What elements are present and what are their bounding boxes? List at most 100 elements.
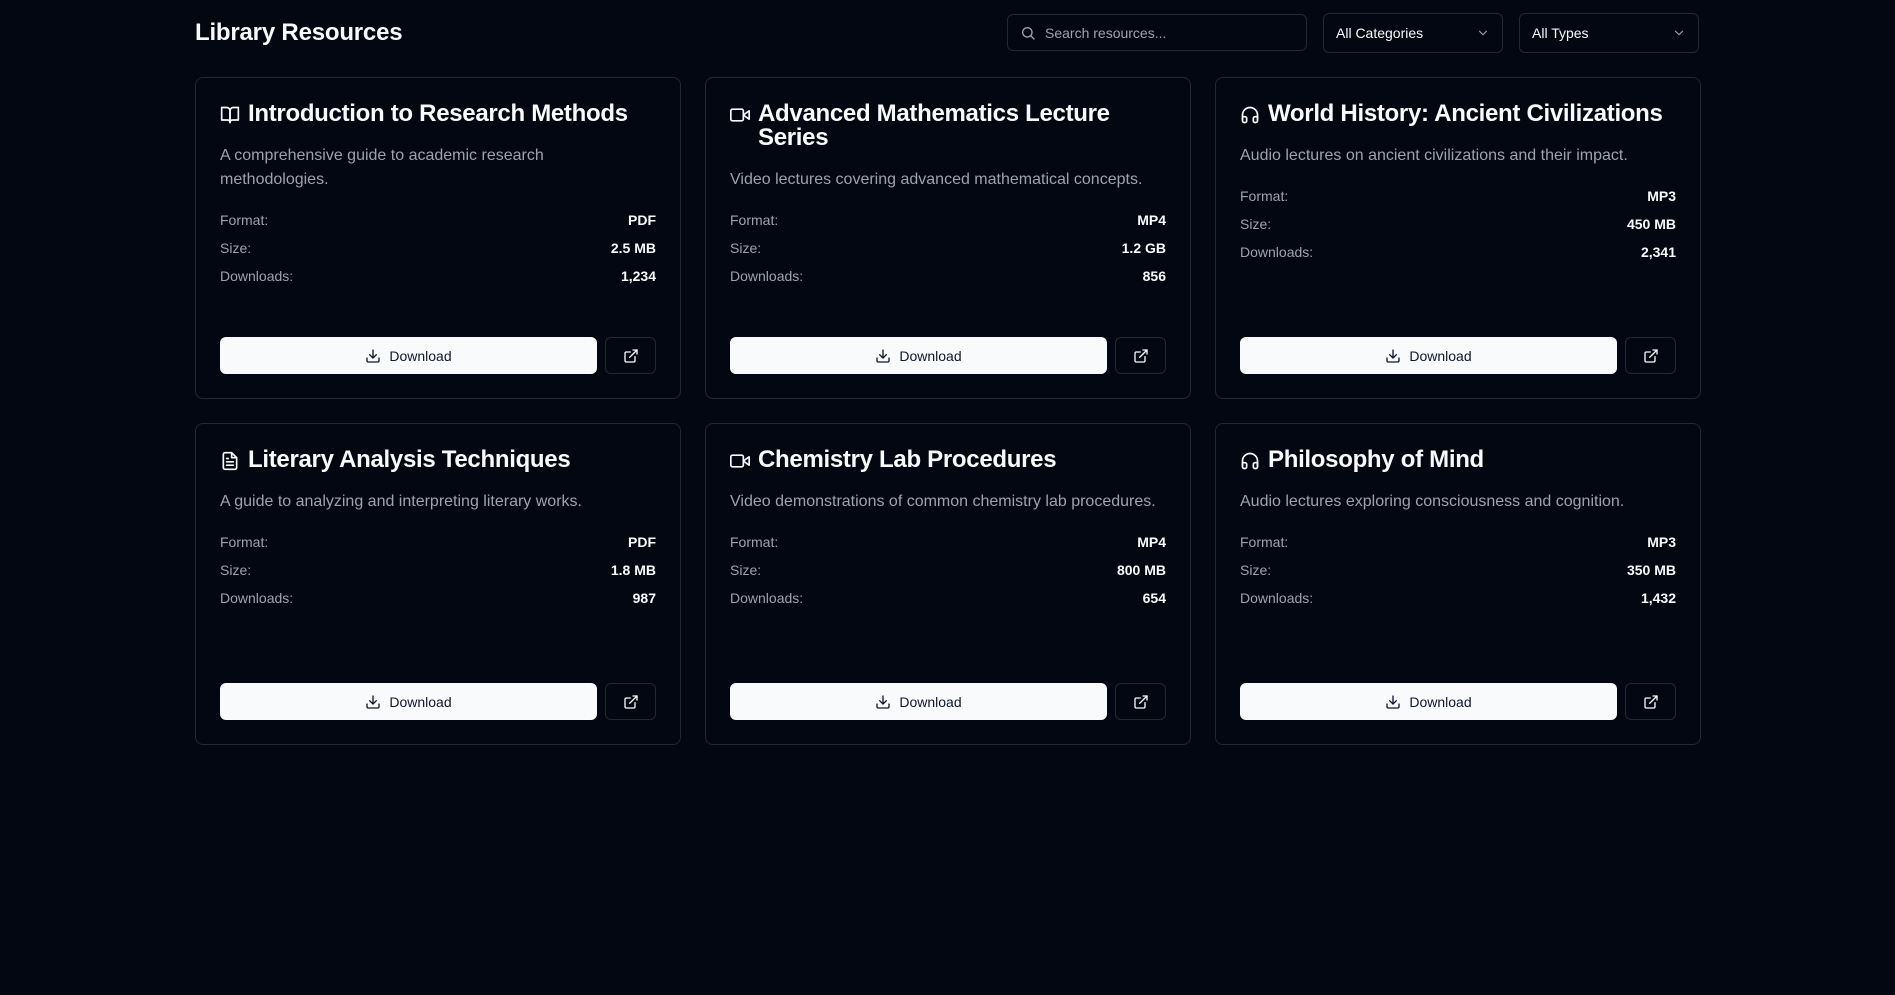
open-external-button[interactable]	[1625, 683, 1676, 720]
header: Library Resources All Categories All Typ…	[195, 0, 1699, 65]
downloads-label: Downloads:	[220, 590, 294, 606]
type-select[interactable]: All Types	[1519, 12, 1699, 53]
size-label: Size:	[220, 240, 252, 256]
resource-title: Philosophy of Mind	[1268, 446, 1484, 473]
search-input[interactable]	[1045, 24, 1294, 41]
format-label: Format:	[730, 534, 779, 550]
download-button[interactable]: Download	[1240, 683, 1617, 720]
category-select[interactable]: All Categories	[1323, 12, 1503, 53]
chevron-down-icon	[1476, 26, 1490, 40]
download-button-label: Download	[1409, 347, 1472, 364]
resource-meta: Format: PDF Size: 1.8 MB Downloads: 987	[220, 528, 656, 612]
open-external-button[interactable]	[605, 337, 656, 374]
resource-meta: Format: MP4 Size: 1.2 GB Downloads: 856	[730, 206, 1166, 290]
open-external-button[interactable]	[1625, 337, 1676, 374]
video-icon	[730, 451, 750, 471]
download-button[interactable]: Download	[730, 683, 1107, 720]
download-icon	[365, 348, 381, 364]
size-value: 450 MB	[1626, 216, 1676, 232]
card-title: Literary Analysis Techniques	[220, 448, 656, 472]
filter-controls: All Categories All Types	[1007, 12, 1699, 53]
downloads-row: Downloads: 1,234	[220, 262, 656, 290]
downloads-row: Downloads: 2,341	[1240, 238, 1676, 266]
size-row: Size: 1.8 MB	[220, 556, 656, 584]
downloads-row: Downloads: 987	[220, 584, 656, 612]
headphones-icon	[1240, 105, 1260, 125]
resource-card: Literary Analysis Techniques A guide to …	[195, 423, 681, 745]
resource-description: Audio lectures on ancient civilizations …	[1240, 147, 1628, 164]
resource-card: Philosophy of Mind Audio lectures explor…	[1215, 423, 1701, 745]
format-label: Format:	[1240, 534, 1289, 550]
size-label: Size:	[730, 562, 762, 578]
format-label: Format:	[220, 212, 269, 228]
download-button[interactable]: Download	[730, 337, 1107, 374]
downloads-row: Downloads: 654	[730, 584, 1166, 612]
download-button-label: Download	[1409, 693, 1472, 710]
search-icon	[1020, 25, 1036, 41]
file-text-icon	[220, 451, 240, 471]
format-row: Format: MP4	[730, 206, 1166, 234]
format-row: Format: PDF	[220, 206, 656, 234]
library-page: Library Resources All Categories All Typ…	[195, 0, 1701, 745]
download-button[interactable]: Download	[220, 683, 597, 720]
downloads-value: 1,432	[1640, 590, 1676, 606]
open-external-button[interactable]	[1115, 337, 1166, 374]
downloads-row: Downloads: 856	[730, 262, 1166, 290]
download-button[interactable]: Download	[220, 337, 597, 374]
downloads-label: Downloads:	[220, 268, 294, 284]
external-link-icon	[623, 694, 639, 710]
format-row: Format: MP4	[730, 528, 1166, 556]
open-external-button[interactable]	[605, 683, 656, 720]
category-select-value: All Categories	[1336, 24, 1424, 41]
size-value: 1.8 MB	[610, 562, 656, 578]
external-link-icon	[1133, 348, 1149, 364]
download-button-label: Download	[389, 693, 452, 710]
size-label: Size:	[220, 562, 252, 578]
size-value: 350 MB	[1626, 562, 1676, 578]
download-icon	[1385, 348, 1401, 364]
format-label: Format:	[220, 534, 269, 550]
format-label: Format:	[1240, 188, 1289, 204]
format-value: PDF	[628, 212, 656, 228]
resource-meta: Format: PDF Size: 2.5 MB Downloads: 1,23…	[220, 206, 656, 290]
download-icon	[365, 694, 381, 710]
resource-meta: Format: MP3 Size: 450 MB Downloads: 2,34…	[1240, 182, 1676, 266]
card-title: Advanced Mathematics Lecture Series	[730, 102, 1166, 150]
downloads-value: 856	[1142, 268, 1166, 284]
resource-card: Introduction to Research Methods A compr…	[195, 77, 681, 399]
resource-title: World History: Ancient Civilizations	[1268, 100, 1663, 127]
size-row: Size: 2.5 MB	[220, 234, 656, 262]
book-open-icon	[220, 105, 240, 125]
size-row: Size: 1.2 GB	[730, 234, 1166, 262]
card-title: Introduction to Research Methods	[220, 102, 656, 126]
resource-description: Audio lectures exploring consciousness a…	[1240, 493, 1625, 510]
card-actions: Download	[220, 337, 656, 374]
size-row: Size: 350 MB	[1240, 556, 1676, 584]
card-actions: Download	[220, 683, 656, 720]
downloads-label: Downloads:	[730, 590, 804, 606]
card-actions: Download	[730, 683, 1166, 720]
resource-card: World History: Ancient Civilizations Aud…	[1215, 77, 1701, 399]
download-button[interactable]: Download	[1240, 337, 1617, 374]
downloads-label: Downloads:	[1240, 244, 1314, 260]
download-icon	[875, 348, 891, 364]
format-row: Format: MP3	[1240, 528, 1676, 556]
size-row: Size: 450 MB	[1240, 210, 1676, 238]
resource-description: A comprehensive guide to academic resear…	[220, 147, 544, 188]
headphones-icon	[1240, 451, 1260, 471]
search-box[interactable]	[1007, 14, 1307, 51]
download-button-label: Download	[899, 347, 962, 364]
format-value: MP4	[1137, 212, 1166, 228]
resource-title: Literary Analysis Techniques	[248, 446, 571, 473]
downloads-value: 2,341	[1640, 244, 1676, 260]
downloads-value: 987	[632, 590, 656, 606]
download-button-label: Download	[389, 347, 452, 364]
open-external-button[interactable]	[1115, 683, 1166, 720]
resource-title: Chemistry Lab Procedures	[758, 446, 1057, 473]
format-value: MP3	[1647, 188, 1676, 204]
resource-grid: Introduction to Research Methods A compr…	[195, 77, 1701, 745]
resource-meta: Format: MP3 Size: 350 MB Downloads: 1,43…	[1240, 528, 1676, 612]
downloads-label: Downloads:	[730, 268, 804, 284]
resource-description: Video demonstrations of common chemistry…	[730, 493, 1156, 510]
external-link-icon	[1643, 694, 1659, 710]
